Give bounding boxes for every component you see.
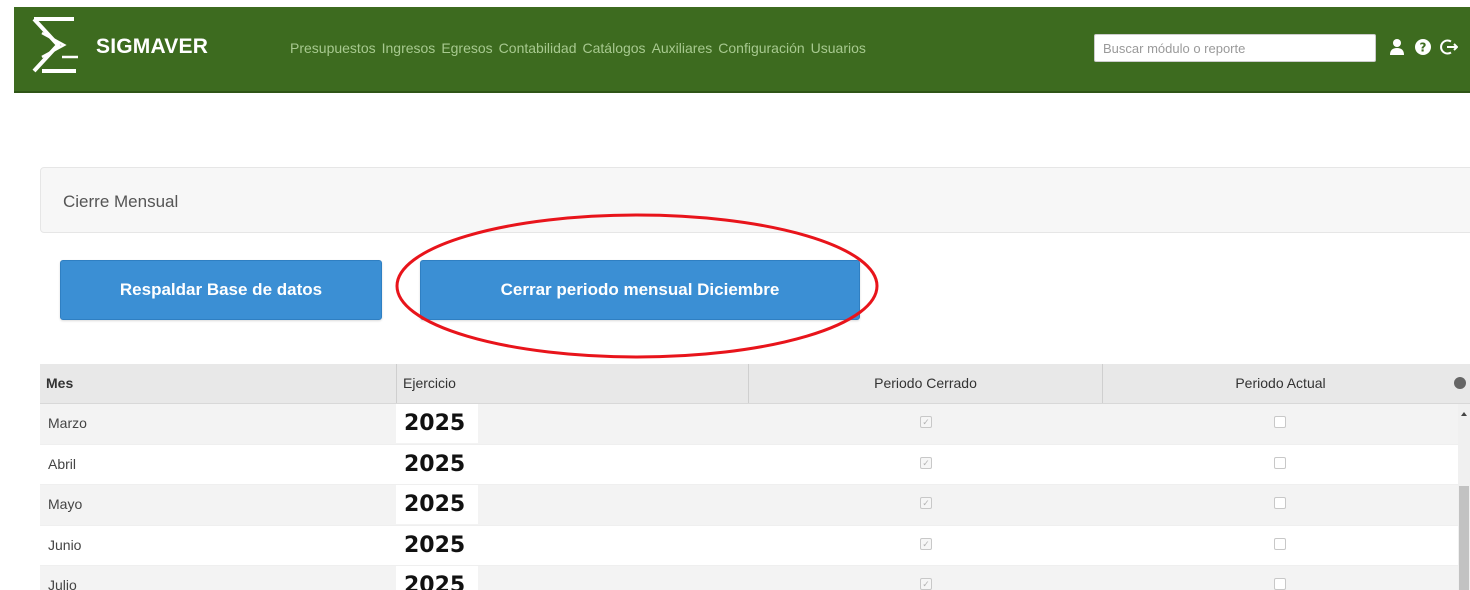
sigmaver-logo-icon <box>32 17 78 73</box>
top-navbar: SIGMAVER Presupuestos Ingresos Egresos C… <box>14 7 1470 93</box>
column-header-mes[interactable]: Mes <box>46 364 73 403</box>
help-icon[interactable]: ? <box>1414 37 1432 57</box>
column-menu-icon[interactable] <box>1454 377 1466 389</box>
cell-ejercicio: 2025 <box>396 485 478 524</box>
cell-mes: Mayo <box>48 496 83 512</box>
nav-item-catalogos[interactable]: Catálogos <box>583 40 646 56</box>
app-name[interactable]: SIGMAVER <box>96 35 208 59</box>
periodo-cerrado-checkbox: ✓ <box>920 537 932 550</box>
periodo-cerrado-checkbox: ✓ <box>920 416 932 428</box>
nav-item-presupuestos[interactable]: Presupuestos <box>290 40 376 56</box>
nav-item-contabilidad[interactable]: Contabilidad <box>499 40 577 56</box>
cell-ejercicio: 2025 <box>396 566 478 590</box>
periodo-actual-checkbox <box>1274 416 1286 428</box>
cell-ejercicio: 2025 <box>396 525 478 565</box>
periods-table: Mes Ejercicio Periodo Cerrado Periodo Ac… <box>40 364 1470 590</box>
backup-database-button[interactable]: Respaldar Base de datos <box>60 260 382 320</box>
nav-icon-group: ? <box>1388 37 1458 57</box>
table-scrollbar[interactable] <box>1458 404 1470 590</box>
close-monthly-period-button[interactable]: Cerrar periodo mensual Diciembre <box>420 260 860 320</box>
nav-item-ingresos[interactable]: Ingresos <box>382 40 436 56</box>
table-row[interactable]: Mayo 2025 ✓ <box>40 485 1458 526</box>
table-row[interactable]: Julio 2025 ✓ <box>40 566 1458 590</box>
nav-item-egresos[interactable]: Egresos <box>441 40 492 56</box>
cell-mes: Abril <box>48 455 77 472</box>
cell-ejercicio: 2025 <box>396 444 478 484</box>
table-header: Mes Ejercicio Periodo Cerrado Periodo Ac… <box>40 364 1470 404</box>
svg-text:?: ? <box>1420 41 1427 55</box>
table-row[interactable]: Abril 2025 ✓ <box>40 444 1458 485</box>
logout-icon[interactable] <box>1440 37 1458 57</box>
page: SIGMAVER Presupuestos Ingresos Egresos C… <box>0 0 1470 590</box>
cell-mes: Junio <box>48 536 82 553</box>
column-header-periodo-cerrado[interactable]: Periodo Cerrado <box>748 364 1102 403</box>
periodo-cerrado-checkbox: ✓ <box>920 578 932 590</box>
nav-item-auxiliares[interactable]: Auxiliares <box>652 40 713 56</box>
user-icon[interactable] <box>1388 37 1406 57</box>
table-row[interactable]: Junio 2025 ✓ <box>40 525 1458 566</box>
periodo-actual-checkbox <box>1274 497 1286 509</box>
page-title: Cierre Mensual <box>63 192 179 211</box>
cell-mes: Marzo <box>48 415 87 431</box>
cell-mes: Julio <box>48 577 77 590</box>
cell-ejercicio: 2025 <box>396 404 478 443</box>
main-menu: Presupuestos Ingresos Egresos Contabilid… <box>290 40 866 56</box>
periodo-cerrado-checkbox: ✓ <box>920 497 932 509</box>
periodo-actual-checkbox <box>1274 456 1286 469</box>
nav-item-usuarios[interactable]: Usuarios <box>811 40 866 56</box>
table-body: Marzo 2025 ✓ Abril 2025 ✓ Mayo 2025 ✓ Ju… <box>40 404 1458 590</box>
column-header-periodo-actual[interactable]: Periodo Actual <box>1102 364 1458 403</box>
periodo-actual-checkbox <box>1274 578 1286 590</box>
scroll-up-arrow-icon[interactable] <box>1461 412 1467 416</box>
nav-item-configuracion[interactable]: Configuración <box>718 40 804 56</box>
search-input[interactable] <box>1094 34 1376 62</box>
periodo-cerrado-checkbox: ✓ <box>920 456 932 469</box>
scrollbar-thumb[interactable] <box>1459 486 1469 590</box>
column-header-ejercicio[interactable]: Ejercicio <box>396 364 748 403</box>
panel-heading: Cierre Mensual <box>40 167 1470 233</box>
table-row[interactable]: Marzo 2025 ✓ <box>40 404 1458 445</box>
periodo-actual-checkbox <box>1274 537 1286 550</box>
